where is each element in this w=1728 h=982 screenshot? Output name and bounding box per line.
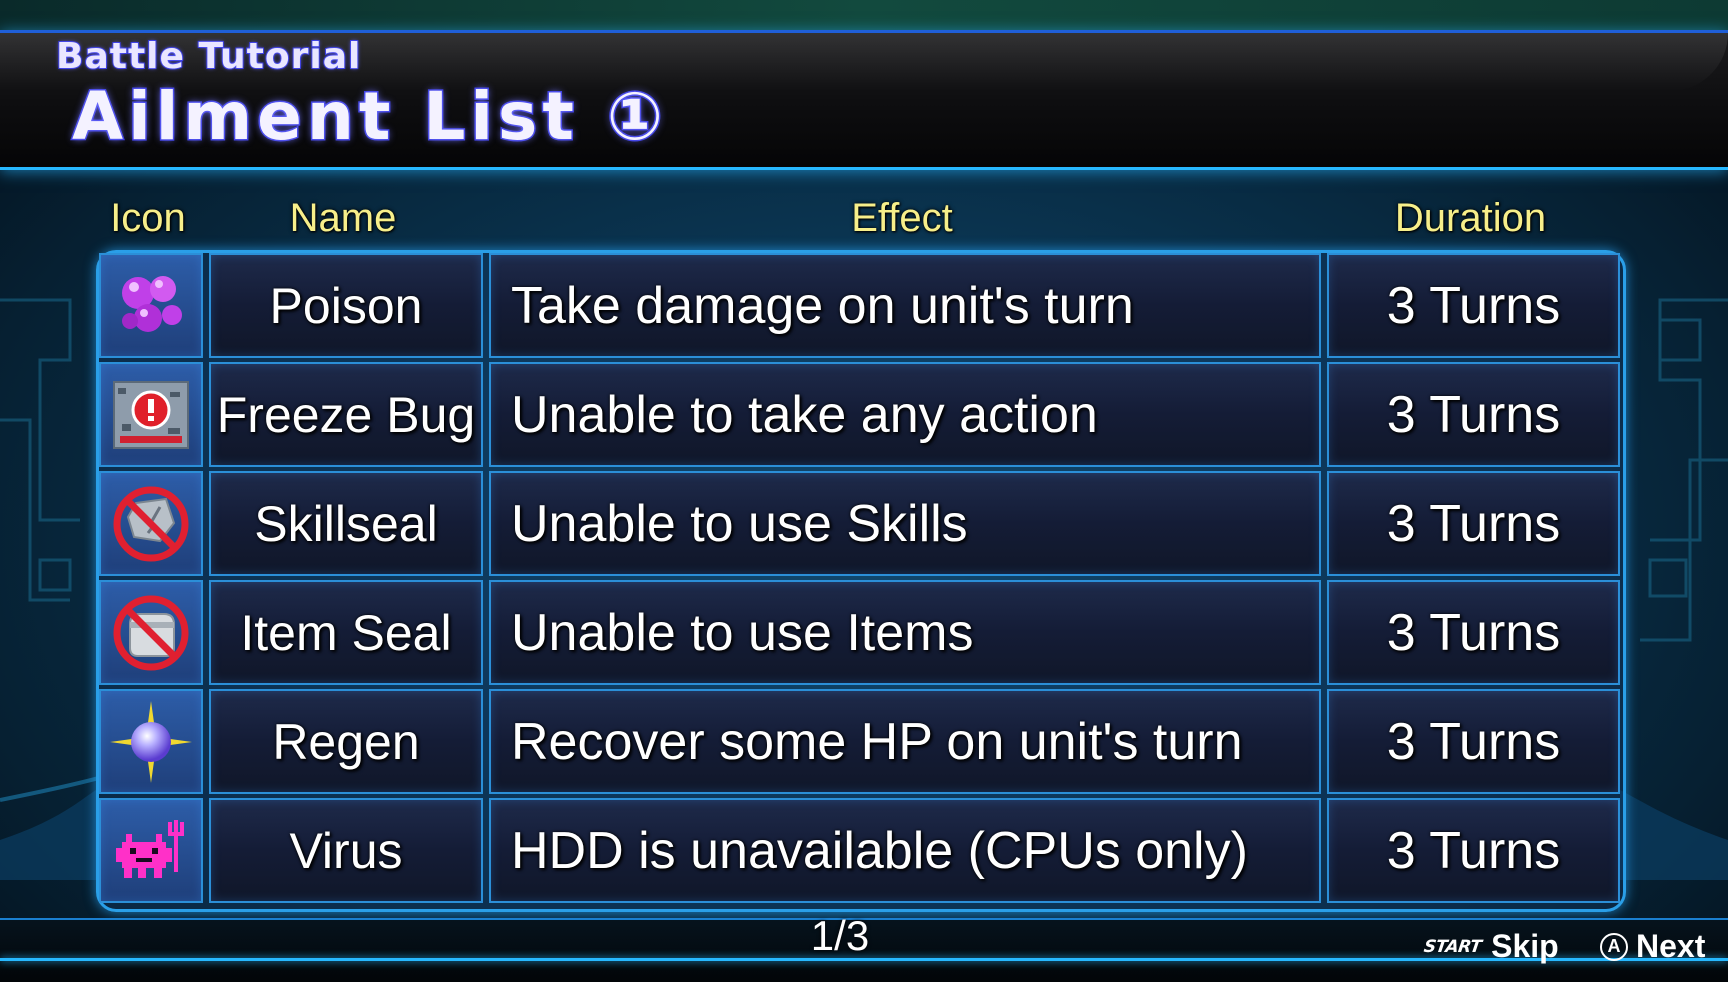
- column-header-name: Name: [289, 196, 397, 240]
- next-label: Next: [1636, 928, 1706, 964]
- table-row: Skillseal Unable to use Skills 3 Turns: [99, 471, 1623, 580]
- ailment-effect: Unable to use Skills: [489, 471, 1321, 576]
- icon-cell: [99, 798, 203, 903]
- regen-orb-icon: [110, 700, 192, 783]
- skip-button[interactable]: START Skip: [1422, 928, 1559, 965]
- top-strip: [0, 0, 1728, 30]
- ailment-effect: Take damage on unit's turn: [489, 253, 1321, 358]
- table-row: Poison Take damage on unit's turn 3 Turn…: [99, 253, 1623, 362]
- table-row: Item Seal Unable to use Items 3 Turns: [99, 580, 1623, 689]
- column-header-icon: Icon: [110, 196, 186, 240]
- screen-subtitle: Battle Tutorial: [55, 35, 362, 78]
- ailment-name: Virus: [209, 798, 483, 903]
- page-indicator: 1/3: [810, 912, 870, 959]
- icon-cell: [99, 471, 203, 576]
- ailment-duration: 3 Turns: [1327, 580, 1620, 685]
- ailment-duration: 3 Turns: [1327, 798, 1620, 903]
- skip-label: Skip: [1491, 928, 1559, 964]
- a-button-icon: A: [1600, 932, 1628, 961]
- icon-cell: [99, 580, 203, 685]
- virus-devil-icon: [116, 819, 184, 878]
- ailment-effect: Unable to take any action: [489, 362, 1321, 467]
- ailment-duration: 3 Turns: [1327, 253, 1620, 358]
- page-title: Ailment List ①: [71, 77, 668, 157]
- ailment-name: Skillseal: [209, 471, 483, 576]
- freeze-bug-error-icon: [113, 380, 189, 449]
- ailment-name: Poison: [209, 253, 483, 358]
- item-seal-prohibited-icon: [113, 595, 189, 670]
- ailment-effect: HDD is unavailable (CPUs only): [489, 798, 1321, 903]
- next-button[interactable]: A Next: [1600, 928, 1705, 965]
- column-header-duration: Duration: [1394, 196, 1547, 240]
- table-row: Freeze Bug Unable to take any action 3 T…: [99, 362, 1623, 471]
- start-button-icon: START: [1422, 936, 1483, 957]
- ailment-table: Poison Take damage on unit's turn 3 Turn…: [96, 250, 1626, 912]
- icon-cell: [99, 362, 203, 467]
- ailment-duration: 3 Turns: [1327, 362, 1620, 467]
- table-row: Regen Recover some HP on unit's turn 3 T…: [99, 689, 1623, 798]
- skillseal-prohibited-icon: [113, 486, 189, 561]
- column-header-effect: Effect: [851, 196, 953, 240]
- ailment-duration: 3 Turns: [1327, 689, 1620, 794]
- ailment-name: Item Seal: [209, 580, 483, 685]
- ailment-name: Freeze Bug: [209, 362, 483, 467]
- table-row: Virus HDD is unavailable (CPUs only) 3 T…: [99, 798, 1623, 907]
- poison-bubbles-icon: [122, 275, 182, 332]
- icon-cell: [99, 253, 203, 358]
- ailment-duration: 3 Turns: [1327, 471, 1620, 576]
- ailment-effect: Recover some HP on unit's turn: [489, 689, 1321, 794]
- icon-cell: [99, 689, 203, 794]
- ailment-effect: Unable to use Items: [489, 580, 1321, 685]
- ailment-name: Regen: [209, 689, 483, 794]
